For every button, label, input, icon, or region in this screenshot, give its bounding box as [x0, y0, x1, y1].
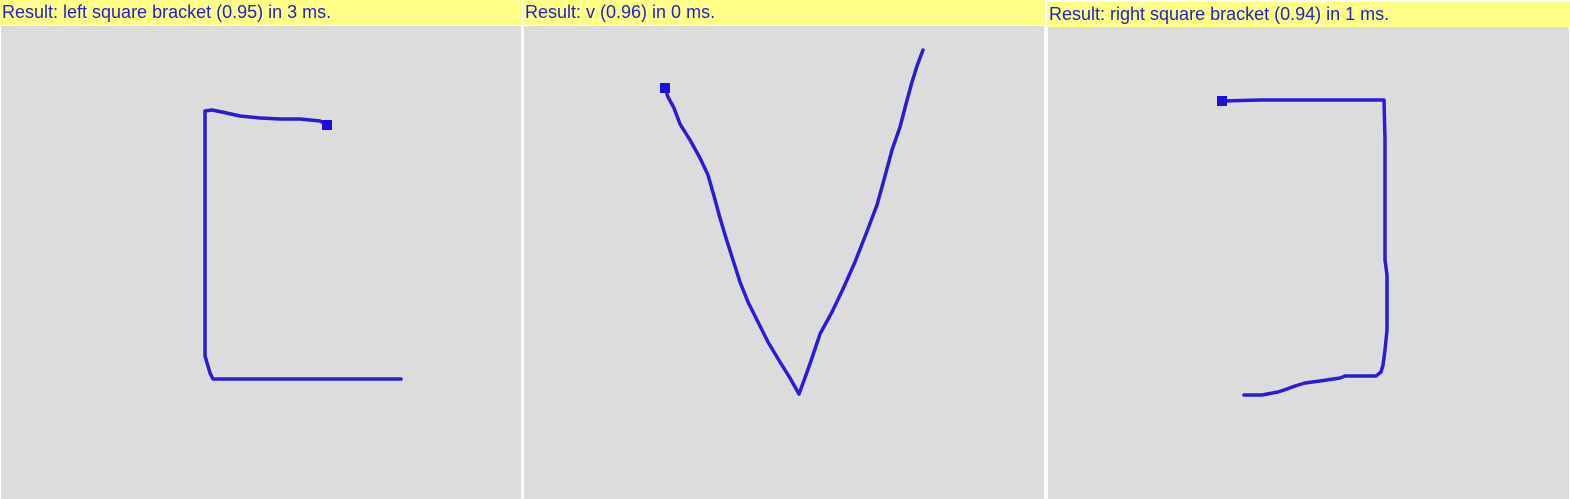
drawing-canvas[interactable] [1048, 27, 1569, 499]
gesture-panel-1: Result: left square bracket (0.95) in 3 … [0, 0, 522, 499]
result-label: Result: v (0.96) in 0 ms. [523, 0, 1045, 25]
gesture-stroke-svg [1217, 96, 1389, 397]
result-label: Result: left square bracket (0.95) in 3 … [0, 0, 522, 25]
gesture-stroke-svg [203, 108, 403, 381]
gesture-panel-3: Result: right square bracket (0.94) in 1… [1047, 0, 1570, 499]
result-label: Result: right square bracket (0.94) in 1… [1047, 2, 1570, 27]
stroke-start-marker [660, 83, 670, 93]
gesture-stroke-svg [660, 48, 925, 396]
drawing-canvas[interactable] [1, 26, 521, 499]
stroke-start-marker [1217, 96, 1227, 106]
gesture-stroke [203, 108, 403, 381]
gesture-panel-2: Result: v (0.96) in 0 ms. [523, 0, 1045, 499]
gesture-stroke [1220, 98, 1389, 397]
gesture-stroke [663, 48, 925, 396]
stroke-start-marker [322, 120, 332, 130]
drawing-canvas[interactable] [524, 26, 1044, 499]
